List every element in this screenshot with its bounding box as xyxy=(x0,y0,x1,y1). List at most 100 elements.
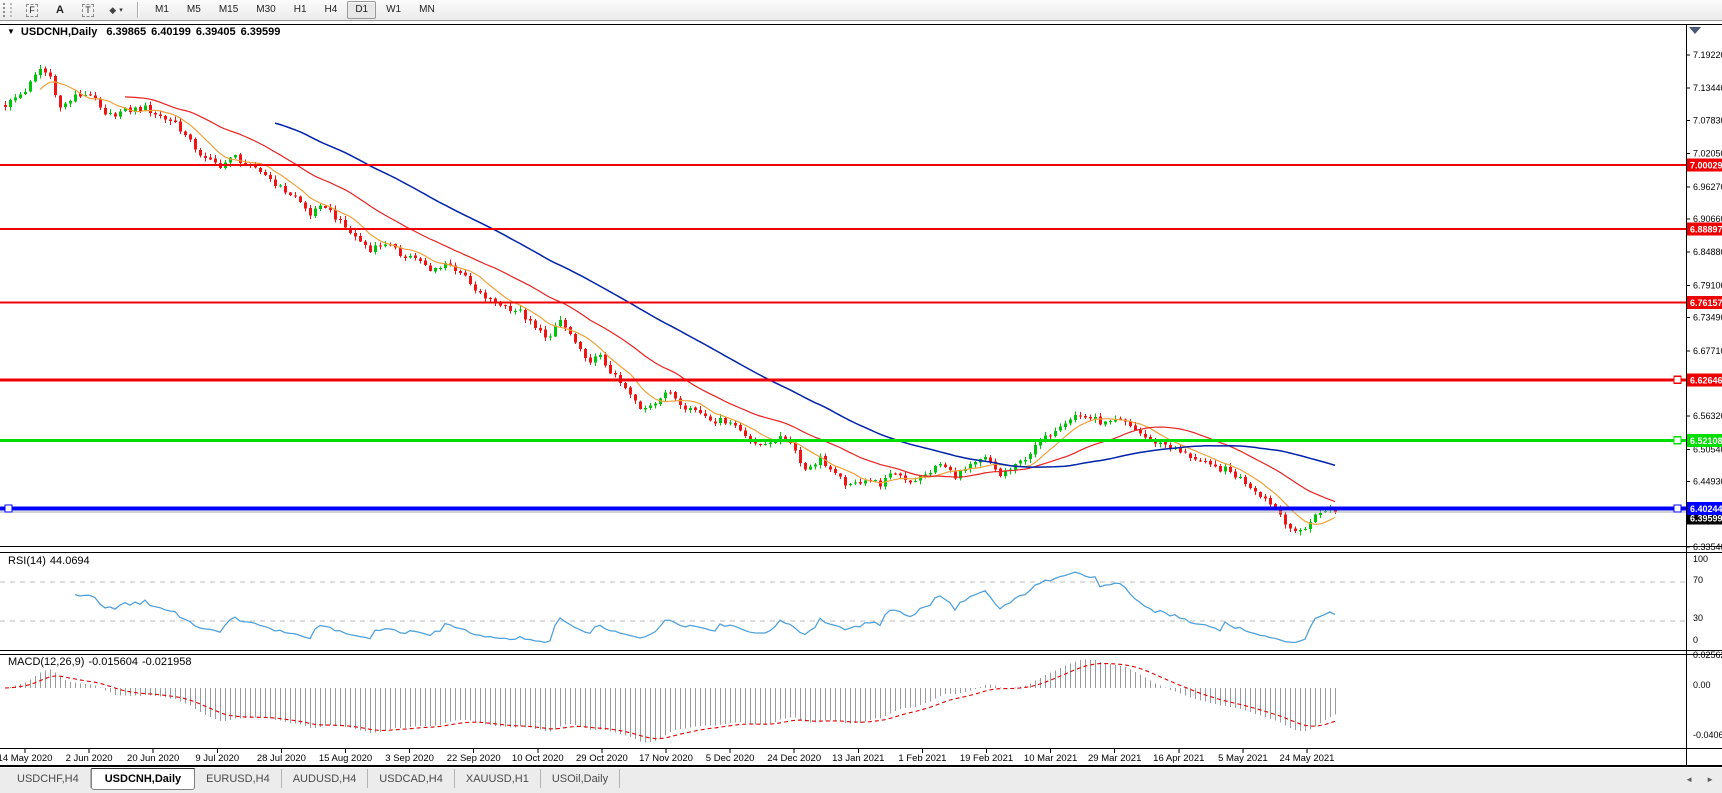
hline-handle-right xyxy=(1673,436,1682,445)
rsi-indicator-label: RSI(14) 44.0694 xyxy=(8,555,94,567)
svg-text:30: 30 xyxy=(1693,613,1703,623)
svg-text:28 Jul 2020: 28 Jul 2020 xyxy=(257,753,306,764)
tabs-scroll-left-button[interactable]: ◄ xyxy=(1685,775,1693,784)
svg-text:14 May 2020: 14 May 2020 xyxy=(0,753,52,764)
rsi-value: 44.0694 xyxy=(49,555,90,567)
timeframe-button-h4[interactable]: H4 xyxy=(317,1,346,19)
chart-title: ▼ USDCNH,Daily 6.39865 6.40199 6.39405 6.3959… xyxy=(7,26,285,38)
svg-text:24 Dec 2020: 24 Dec 2020 xyxy=(767,753,821,764)
svg-text:29 Oct 2020: 29 Oct 2020 xyxy=(576,753,628,764)
chart-tab-usoil-daily[interactable]: USOil,Daily xyxy=(541,769,621,788)
svg-text:0.00: 0.00 xyxy=(1693,680,1711,690)
svg-text:6.62646: 6.62646 xyxy=(1690,375,1722,385)
chart-canvas[interactable]: 7.19220 7.13440 7.07830 7.02050 6.96270 6.906… xyxy=(0,0,1722,793)
chart-tab-usdchf-h4[interactable]: USDCHF,H4 xyxy=(6,769,91,788)
date-axis[interactable]: 14 May 2020 2 Jun 2020 20 Jun 2020 9 Jul 20… xyxy=(0,748,1335,765)
svg-text:9 Jul 2020: 9 Jul 2020 xyxy=(195,753,239,764)
svg-text:6.90660: 6.90660 xyxy=(1693,214,1722,224)
pane-borders xyxy=(0,24,1722,767)
svg-text:22 Sep 2020: 22 Sep 2020 xyxy=(447,753,501,764)
svg-text:10 Mar 2021: 10 Mar 2021 xyxy=(1024,753,1077,764)
svg-text:7.19220: 7.19220 xyxy=(1693,50,1722,60)
svg-text:6.76157: 6.76157 xyxy=(1690,298,1722,308)
arrows-tool-button[interactable]: ◆ ▾ xyxy=(105,2,127,18)
timeframe-button-mn[interactable]: MN xyxy=(411,1,443,19)
timeframe-button-d1[interactable]: D1 xyxy=(347,1,377,19)
chart-tab-usdcad-h4[interactable]: USDCAD,H4 xyxy=(368,769,455,788)
collapse-arrow-icon[interactable]: ▼ xyxy=(7,27,15,36)
hline-handle-right xyxy=(1673,504,1682,513)
timeframe-button-m30[interactable]: M30 xyxy=(248,1,283,19)
hline-tag-6.88897: 6.88897 xyxy=(1687,222,1722,236)
svg-text:6.88897: 6.88897 xyxy=(1690,225,1722,235)
svg-text:7.02050: 7.02050 xyxy=(1693,149,1722,159)
top-toolbar: F A T ◆ ▾ M1 M5 M15 M30 H1 H4 D1 W1 MN xyxy=(0,0,1722,21)
candles[interactable] xyxy=(4,65,1337,536)
hline-6.62646[interactable] xyxy=(0,375,1686,385)
rsi-pane[interactable]: 100 70 30 0 xyxy=(0,554,1708,645)
toolbar-grip[interactable] xyxy=(3,3,12,17)
timeframe-button-w1[interactable]: W1 xyxy=(378,1,409,19)
svg-text:5 Dec 2020: 5 Dec 2020 xyxy=(706,753,755,764)
timeframe-button-h1[interactable]: H1 xyxy=(286,1,315,19)
svg-text:6.96270: 6.96270 xyxy=(1693,182,1722,192)
chart-tab-audusd-h4[interactable]: AUDUSD,H4 xyxy=(282,769,369,788)
text-icon: A xyxy=(56,4,64,16)
macd-histogram xyxy=(10,659,1336,743)
timeframe-buttons: M1 M5 M15 M30 H1 H4 D1 W1 MN xyxy=(146,1,444,19)
svg-text:7.13440: 7.13440 xyxy=(1693,83,1722,93)
tabs-scroll-right-button[interactable]: ► xyxy=(1706,775,1714,784)
chart-tab-usdcnh-daily[interactable]: USDCNH,Daily xyxy=(90,768,196,790)
timeframe-button-m5[interactable]: M5 xyxy=(179,1,209,19)
svg-text:6.39599: 6.39599 xyxy=(1690,514,1722,524)
svg-text:0: 0 xyxy=(1693,635,1698,645)
macd-name: MACD(12,26,9) xyxy=(8,656,85,668)
hline-6.40244[interactable] xyxy=(0,504,1686,513)
timeframe-button-m1[interactable]: M1 xyxy=(147,1,177,19)
svg-text:3 Sep 2020: 3 Sep 2020 xyxy=(385,753,434,764)
timeframe-button-m15[interactable]: M15 xyxy=(211,1,246,19)
toolbar-separator xyxy=(137,2,139,18)
svg-text:19 Feb 2021: 19 Feb 2021 xyxy=(960,753,1013,764)
svg-text:10 Oct 2020: 10 Oct 2020 xyxy=(512,753,564,764)
svg-text:20 Jun 2020: 20 Jun 2020 xyxy=(127,753,179,764)
hline-tag-6.76157: 6.76157 xyxy=(1687,295,1722,309)
scroll-to-end-marker-icon[interactable] xyxy=(1689,27,1701,34)
svg-text:29 Mar 2021: 29 Mar 2021 xyxy=(1088,753,1141,764)
svg-text:1 Feb 2021: 1 Feb 2021 xyxy=(898,753,946,764)
quote-low: 6.39405 xyxy=(195,26,236,38)
macd-pane[interactable]: 0.0256230.00-0.04068 xyxy=(4,650,1722,743)
chart-tab-eurusd-h4[interactable]: EURUSD,H4 xyxy=(195,769,282,788)
label-icon: T xyxy=(82,3,94,17)
quote-high: 6.40199 xyxy=(151,26,191,38)
label-tool-button[interactable]: T xyxy=(77,2,99,18)
svg-text:7.00029: 7.00029 xyxy=(1690,161,1722,171)
fibonacci-tool-button[interactable]: F xyxy=(21,2,43,18)
chart-tab-xauusd-h1[interactable]: XAUUSD,H1 xyxy=(455,769,541,788)
svg-text:6.56320: 6.56320 xyxy=(1693,411,1722,421)
hline-tag-6.62646: 6.62646 xyxy=(1687,373,1722,387)
svg-text:-0.04068: -0.04068 xyxy=(1693,730,1722,740)
svg-text:2 Jun 2020: 2 Jun 2020 xyxy=(66,753,113,764)
quote-open: 6.39865 xyxy=(106,26,147,38)
ma-slow-line xyxy=(274,122,1336,468)
dropdown-caret-icon: ▾ xyxy=(119,7,123,14)
hline-tag-6.52108: 6.52108 xyxy=(1687,433,1722,447)
fibonacci-icon: F xyxy=(26,3,38,17)
rsi-line xyxy=(74,571,1336,644)
svg-text:6.84880: 6.84880 xyxy=(1693,247,1722,257)
svg-text:6.79100: 6.79100 xyxy=(1693,280,1722,290)
quote-close: 6.39599 xyxy=(240,26,281,38)
svg-text:6.44930: 6.44930 xyxy=(1693,477,1722,487)
macd-signal-value: -0.021958 xyxy=(141,656,192,668)
rsi-name: RSI(14) xyxy=(8,555,46,567)
svg-text:24 May 2021: 24 May 2021 xyxy=(1280,753,1335,764)
svg-text:6.73490: 6.73490 xyxy=(1693,313,1722,323)
text-tool-button[interactable]: A xyxy=(49,2,71,18)
macd-main-value: -0.015604 xyxy=(88,656,138,668)
svg-text:17 Nov 2020: 17 Nov 2020 xyxy=(639,753,693,764)
svg-text:6.67710: 6.67710 xyxy=(1693,346,1722,356)
svg-text:15 Aug 2020: 15 Aug 2020 xyxy=(319,753,372,764)
svg-text:100: 100 xyxy=(1693,554,1708,564)
hline-6.52108[interactable] xyxy=(0,436,1686,445)
